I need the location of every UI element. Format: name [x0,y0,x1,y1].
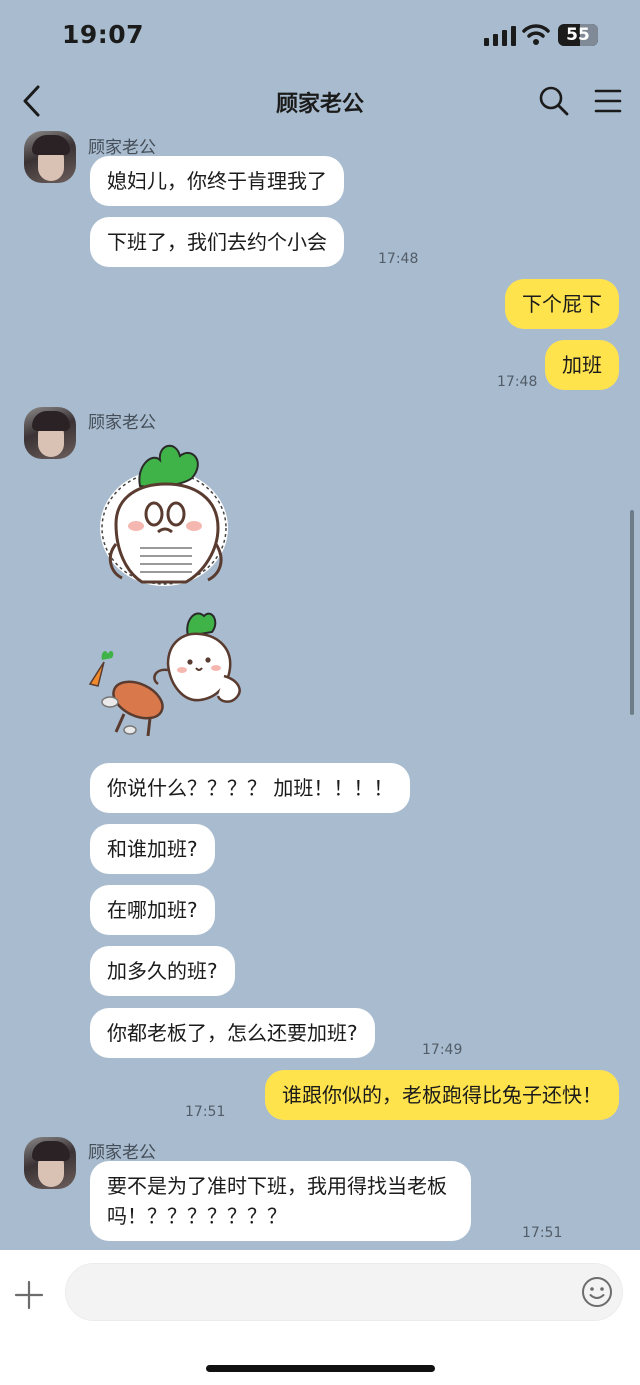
message-bubble[interactable]: 要不是为了准时下班，我用得找当老板 吗！？？？？？？？ [90,1161,471,1241]
radish-flip-table-sticker[interactable] [84,606,249,746]
message-input[interactable] [65,1263,623,1321]
avatar[interactable] [24,1137,76,1189]
avatar[interactable] [24,131,76,183]
status-time: 19:07 [62,20,145,49]
message-bubble[interactable]: 下个屁下 [505,279,619,329]
wifi-icon [522,24,550,45]
scroll-indicator[interactable] [630,510,634,715]
avatar[interactable] [24,407,76,459]
message-bubble[interactable]: 在哪加班? [90,885,215,935]
sender-name: 顾家老公 [88,413,156,433]
message-time: 17:48 [497,374,538,390]
message-bubble[interactable]: 下班了，我们去约个小会 [90,217,344,267]
message-bubble[interactable]: 加班 [545,340,619,390]
menu-icon[interactable] [594,88,622,114]
message-bubble[interactable]: 谁跟你似的，老板跑得比兔子还快！ [265,1070,619,1120]
message-line: 吗！？？？？？？？ [107,1204,287,1228]
message-time: 17:49 [422,1042,463,1058]
message-time: 17:48 [378,251,419,267]
message-line: 要不是为了准时下班，我用得找当老板 [107,1174,447,1198]
battery-icon: 55 [558,24,598,46]
message-bubble[interactable]: 和谁加班? [90,824,215,874]
plus-icon[interactable] [14,1280,44,1310]
message-time: 17:51 [522,1225,563,1241]
cellular-signal-icon [484,26,516,46]
input-bar [0,1250,640,1385]
sender-name: 顾家老公 [88,138,156,158]
message-bubble[interactable]: 媳妇儿，你终于肯理我了 [90,156,344,206]
message-time: 17:51 [185,1104,226,1120]
chat-header: 顾家老公 [0,72,640,130]
message-bubble[interactable]: 你都老板了，怎么还要加班? [90,1008,375,1058]
status-bar: 19:07 55 [0,0,640,70]
search-icon[interactable] [538,85,570,117]
emoji-icon[interactable] [581,1276,613,1308]
home-indicator[interactable] [206,1365,435,1372]
radish-sticker[interactable] [96,432,236,592]
sender-name: 顾家老公 [88,1143,156,1163]
message-bubble[interactable]: 你说什么？？？？ 加班！！！！ [90,763,411,813]
battery-level: 55 [566,25,590,45]
message-bubble[interactable]: 加多久的班? [90,946,235,996]
